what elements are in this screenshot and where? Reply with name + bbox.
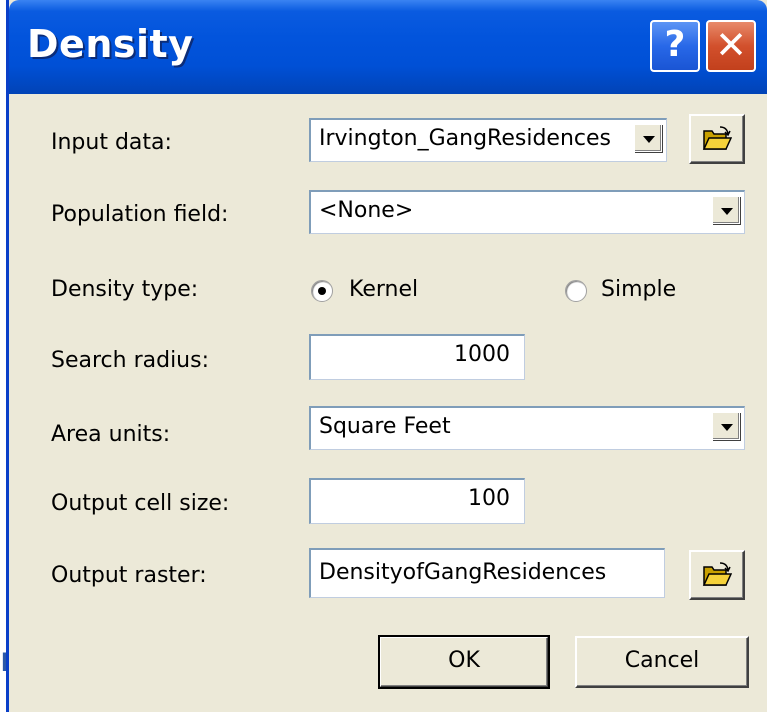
help-icon: ? [664, 24, 686, 65]
output-raster-browse-button[interactable] [689, 550, 745, 600]
close-icon: ✕ [715, 23, 747, 67]
area-units-label: Area units: [51, 422, 171, 447]
kernel-radio-button[interactable] [311, 280, 333, 302]
help-button[interactable]: ? [650, 20, 700, 72]
cancel-button[interactable]: Cancel [575, 636, 749, 688]
output-cell-size-value: 100 [468, 486, 510, 511]
output-raster-input[interactable]: DensityofGangResidences [309, 548, 665, 598]
area-units-value: Square Feet [319, 414, 451, 439]
output-cell-size-label: Output cell size: [51, 491, 230, 516]
chevron-down-icon[interactable] [712, 412, 740, 440]
search-radius-value: 1000 [454, 342, 510, 367]
population-field-value: <None> [319, 198, 414, 223]
close-button[interactable]: ✕ [706, 20, 756, 72]
title-bar[interactable]: Density ? ✕ [9, 0, 767, 94]
input-data-browse-button[interactable] [689, 114, 745, 164]
ok-button[interactable]: OK [378, 635, 550, 689]
search-radius-label: Search radius: [51, 348, 209, 373]
output-raster-label: Output raster: [51, 563, 207, 588]
density-type-label: Density type: [51, 277, 199, 302]
simple-radio-button[interactable] [565, 280, 587, 302]
simple-radio-label: Simple [601, 277, 677, 302]
dialog-title: Density [27, 22, 194, 66]
density-dialog: Density ? ✕ Input data: Irvington_GangRe… [6, 0, 767, 712]
chevron-down-icon[interactable] [712, 196, 740, 224]
area-units-dropdown[interactable]: Square Feet [309, 406, 745, 450]
kernel-radio-label: Kernel [349, 277, 419, 302]
chevron-down-icon[interactable] [634, 124, 662, 152]
population-field-label: Population field: [51, 202, 229, 227]
input-data-label: Input data: [51, 130, 172, 155]
output-raster-value: DensityofGangResidences [319, 560, 607, 585]
population-field-dropdown[interactable]: <None> [309, 190, 745, 234]
output-cell-size-input[interactable]: 100 [309, 478, 525, 524]
search-radius-input[interactable]: 1000 [309, 334, 525, 380]
input-data-value: Irvington_GangResidences [319, 126, 611, 151]
input-data-dropdown[interactable]: Irvington_GangResidences [309, 118, 667, 162]
